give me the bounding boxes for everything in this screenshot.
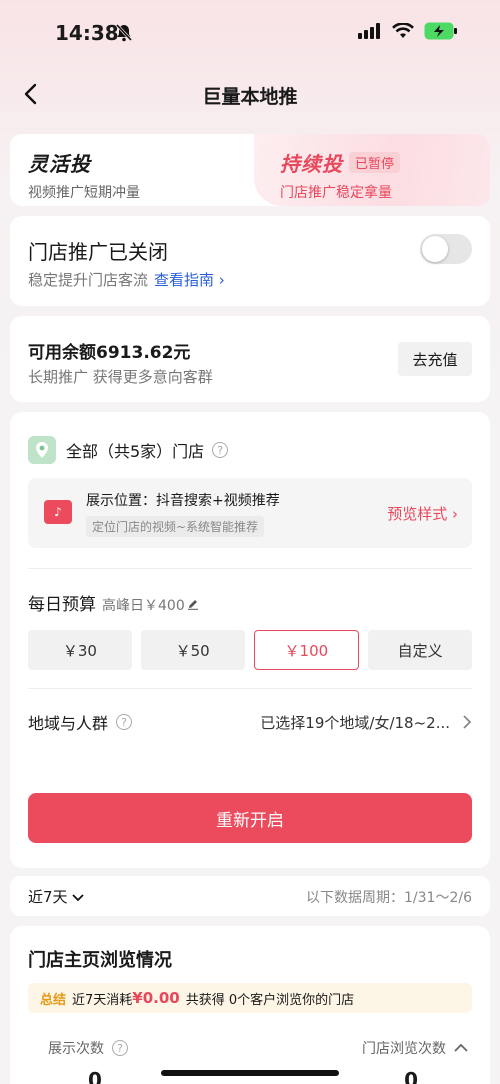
summary-pre: 近7天消耗 [72, 992, 133, 1008]
promo-subtitle-text: 稳定提升门店客流 [28, 271, 149, 289]
promo-status-subtitle: 稳定提升门店客流 查看指南 › [28, 269, 225, 290]
budget-option-custom[interactable]: 自定义 [368, 630, 472, 670]
help-icon[interactable]: ? [112, 1040, 128, 1056]
signal-icon [358, 23, 380, 39]
mode-tabs: 灵活投 视频推广短期冲量 持续投 已暂停 门店推广稳定拿量 [10, 134, 490, 206]
help-icon[interactable]: ? [212, 442, 229, 458]
mode-flexible-title: 灵活投 [28, 152, 91, 176]
mode-continuous-title: 持续投 [280, 152, 343, 176]
promo-toggle-switch[interactable] [420, 234, 472, 264]
stats-title: 门店主页浏览情况 [28, 950, 172, 971]
budget-option-100[interactable]: ￥100 [253, 630, 360, 670]
mode-tab-flexible[interactable]: 灵活投 视频推广短期冲量 [28, 148, 140, 202]
summary-tag: 总结 [40, 992, 67, 1008]
date-range-bar: 近7天 以下数据周期：1/31～2/6 [10, 876, 490, 916]
store-views-card: 门店主页浏览情况 总结 近7天消耗 ¥0.00 共获得 0个客户浏览你的门店 展… [10, 926, 490, 1084]
store-selector[interactable]: 全部（共5家）门店 ? [28, 436, 229, 464]
restart-button[interactable]: 重新开启 [28, 793, 472, 843]
divider [28, 688, 472, 689]
budget-label-text: 每日预算 [28, 595, 96, 615]
navigation-bar: 巨量本地推 [0, 70, 500, 118]
chevron-down-icon [72, 894, 84, 902]
placement-note: 定位门店的视频~系统智能推荐 [86, 516, 265, 537]
help-icon[interactable]: ? [116, 714, 133, 730]
impressions-label-text: 展示次数 [48, 1041, 104, 1057]
metric-store-views-label[interactable]: 门店浏览次数 [362, 1038, 468, 1058]
promo-config-card: 全部（共5家）门店 ? ♪ 展示位置：抖音搜索+视频推荐 定位门店的视频~系统智… [10, 412, 490, 868]
budget-options: ￥30 ￥50 ￥100 自定义 [28, 630, 472, 670]
balance-subtitle: 长期推广 获得更多意向客群 [28, 368, 213, 386]
wifi-icon [392, 23, 414, 38]
page-title: 巨量本地推 [202, 86, 298, 108]
region-audience-row[interactable]: 地域与人群 ? 已选择19个地域/女/18~2... [28, 710, 472, 734]
view-guide-link[interactable]: 查看指南 › [154, 271, 225, 289]
date-range-value: 近7天 [28, 888, 68, 906]
home-indicator [161, 1070, 339, 1076]
map-pin-icon [28, 436, 56, 464]
metric-impressions-label: 展示次数? [48, 1038, 128, 1058]
store-views-label-text: 门店浏览次数 [362, 1041, 446, 1057]
douyin-icon: ♪ [44, 500, 72, 524]
date-range-select[interactable]: 近7天 [28, 886, 84, 907]
balance-amount: 可用余额6913.62元 [28, 343, 191, 363]
bell-off-icon [115, 23, 133, 46]
status-icons [358, 22, 458, 40]
balance-card: 可用余额6913.62元 长期推广 获得更多意向客群 去充值 [10, 316, 490, 402]
edit-pencil-icon[interactable] [187, 598, 199, 610]
placement-title: 展示位置：抖音搜索+视频推荐 [86, 493, 280, 509]
budget-option-30[interactable]: ￥30 [28, 630, 132, 670]
battery-icon [424, 22, 457, 40]
mode-continuous-subtitle: 门店推广稳定拿量 [280, 185, 392, 201]
preview-style-link[interactable]: 预览样式 › [387, 503, 458, 524]
mode-flexible-subtitle: 视频推广短期冲量 [28, 185, 140, 201]
mode-tab-continuous[interactable]: 持续投 已暂停 门店推广稳定拿量 [254, 134, 490, 206]
paused-badge: 已暂停 [349, 152, 401, 173]
promo-status-title: 门店推广已关闭 [28, 240, 168, 264]
budget-option-50[interactable]: ￥50 [140, 630, 245, 670]
chevron-right-icon [463, 715, 472, 729]
peak-day-budget: 高峰日￥400 [102, 598, 185, 614]
summary-bar: 总结 近7天消耗 ¥0.00 共获得 0个客户浏览你的门店 [28, 983, 472, 1013]
impressions-value: 0 [88, 1068, 102, 1084]
store-views-value: 0 [404, 1068, 418, 1084]
region-value: 已选择19个地域/女/18~2... [260, 713, 450, 732]
summary-amount: ¥0.00 [132, 989, 180, 1007]
status-time: 14:38 [55, 21, 119, 45]
recharge-button[interactable]: 去充值 [398, 342, 472, 376]
status-bar: 14:38 [0, 0, 500, 66]
switch-knob [422, 236, 448, 262]
data-period: 以下数据周期：1/31～2/6 [306, 890, 472, 906]
daily-budget-label: 每日预算 高峰日￥400 [28, 590, 199, 615]
placement-box: ♪ 展示位置：抖音搜索+视频推荐 定位门店的视频~系统智能推荐 预览样式 › [28, 478, 472, 548]
summary-post: 共获得 0个客户浏览你的门店 [185, 992, 355, 1008]
chevron-up-icon [454, 1043, 468, 1052]
promo-status-card: 门店推广已关闭 稳定提升门店客流 查看指南 › [10, 216, 490, 306]
store-label: 全部（共5家）门店 [66, 442, 205, 461]
region-label: 地域与人群 [28, 714, 109, 733]
divider [28, 568, 472, 569]
